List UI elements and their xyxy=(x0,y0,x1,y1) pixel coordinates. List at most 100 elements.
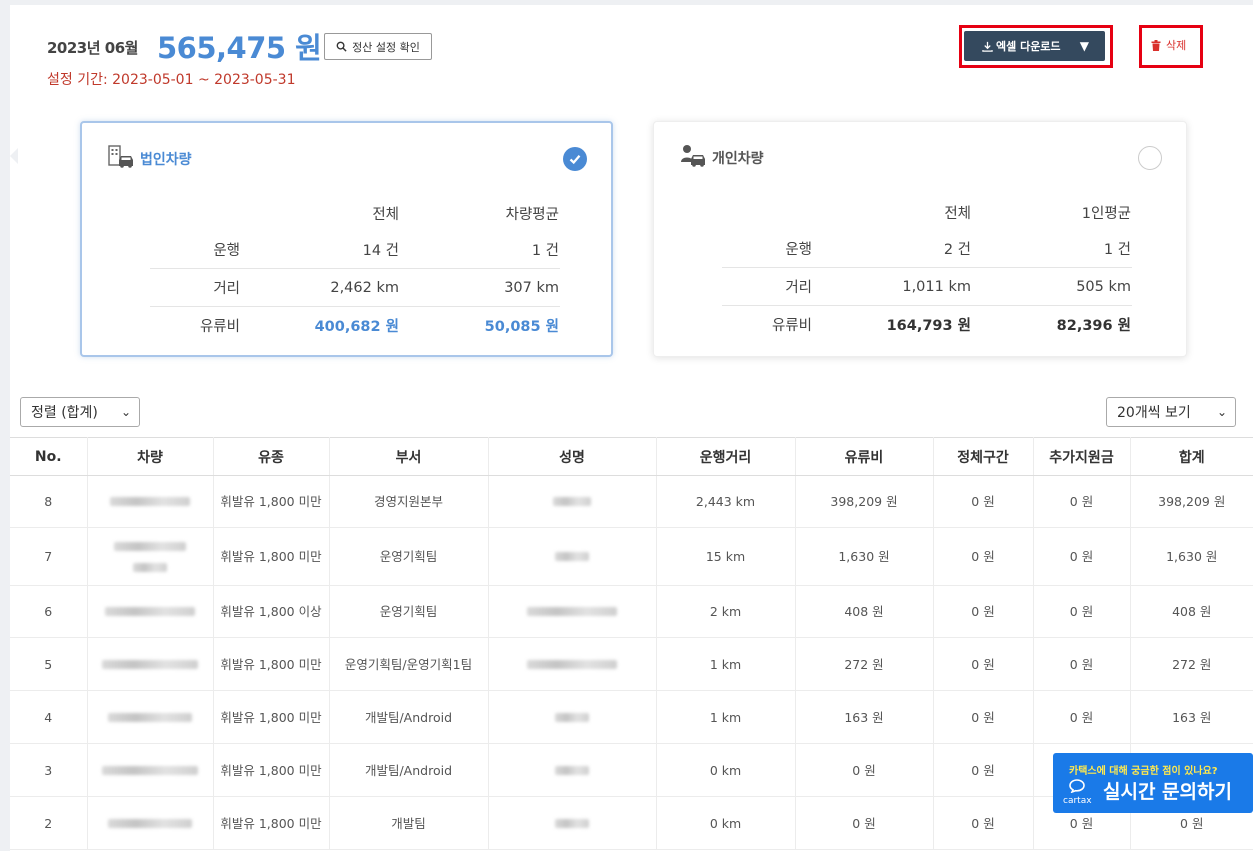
cell-extra: 0 원 xyxy=(1033,637,1131,691)
caret-down-icon: ▼ xyxy=(1079,39,1089,53)
stat-value: 1,011 km xyxy=(812,267,972,306)
cell-no: 8 xyxy=(10,475,88,528)
personal-card-label: 개인차량 xyxy=(712,151,764,167)
corporate-stats-table: 전체 차량평균 운행 14 건 1 건 거리 2,462 km 307 km 유… xyxy=(150,195,560,344)
sort-select-value: 정렬 (합계) xyxy=(31,405,98,421)
stat-value: 50,085 원 xyxy=(400,306,560,344)
personal-stats-table: 전체 1인평균 운행 2 건 1 건 거리 1,011 km 505 km 유류… xyxy=(722,194,1132,343)
cell-fuel-cost: 398,209 원 xyxy=(795,475,934,528)
cell-dept: 개발팀/Android xyxy=(329,743,489,797)
chat-main-label: 실시간 문의하기 xyxy=(1103,781,1232,803)
header-fuel-type[interactable]: 유종 xyxy=(213,437,330,476)
cell-fuel-cost: 272 원 xyxy=(795,637,934,691)
row-label: 거리 xyxy=(722,267,812,306)
cell-extra: 0 원 xyxy=(1033,527,1131,586)
cell-jam: 0 원 xyxy=(933,690,1034,744)
side-handle[interactable] xyxy=(10,148,18,164)
chevron-down-icon: ⌄ xyxy=(120,405,131,419)
cell-fuel: 휘발유 1,800 미만 xyxy=(213,527,330,586)
cell-dept: 운영기획팀/운영기획1팀 xyxy=(329,637,489,691)
stat-value: 400,682 원 xyxy=(240,306,400,344)
stat-value: 1 건 xyxy=(531,243,559,259)
row-label: 유류비 xyxy=(722,305,812,343)
cell-no: 5 xyxy=(10,637,88,691)
delete-button[interactable]: 삭제 xyxy=(1151,37,1186,53)
table-row[interactable]: 8 휘발유 1,800 미만 경영지원본부 2,443 km 398,209 원… xyxy=(10,475,1253,528)
total-amount: 565,475 원 xyxy=(157,31,322,65)
header-name[interactable]: 성명 xyxy=(488,437,657,476)
cell-distance: 2,443 km xyxy=(656,475,796,528)
header-total[interactable]: 합계 xyxy=(1130,437,1253,476)
excel-download-button[interactable]: 엑셀 다운로드 ▼ xyxy=(964,31,1105,61)
sort-select[interactable]: 정렬 (합계) ⌄ xyxy=(20,397,140,427)
cell-no: 4 xyxy=(10,690,88,744)
search-icon xyxy=(336,41,347,52)
check-settings-button[interactable]: 정산 설정 확인 xyxy=(324,33,432,60)
table-row[interactable]: 6 휘발유 1,800 이상 운영기획팀 2 km 408 원 0 원 0 원 … xyxy=(10,585,1253,638)
table-row[interactable]: 7 휘발유 1,800 미만 운영기획팀 15 km 1,630 원 0 원 0… xyxy=(10,527,1253,586)
cell-fuel: 휘발유 1,800 미만 xyxy=(213,743,330,797)
cell-fuel-cost: 163 원 xyxy=(795,690,934,744)
cell-extra: 0 원 xyxy=(1033,585,1131,638)
cell-total: 408 원 xyxy=(1130,585,1253,638)
cell-jam: 0 원 xyxy=(933,796,1034,850)
cell-vehicle-redacted xyxy=(87,743,214,797)
header-no[interactable]: No. xyxy=(10,437,88,476)
chevron-down-icon: ⌄ xyxy=(1216,405,1227,419)
stat-value: 1 건 xyxy=(1103,242,1131,258)
cell-jam: 0 원 xyxy=(933,585,1034,638)
cell-name-redacted xyxy=(488,475,657,528)
header-vehicle[interactable]: 차량 xyxy=(87,437,214,476)
table-row[interactable]: 5 휘발유 1,800 미만 운영기획팀/운영기획1팀 1 km 272 원 0… xyxy=(10,637,1253,691)
stat-value: 14 건 xyxy=(362,243,399,259)
cell-distance: 1 km xyxy=(656,637,796,691)
header-traffic-jam[interactable]: 정체구간 xyxy=(933,437,1034,476)
personal-select-radio[interactable] xyxy=(1138,146,1162,170)
cell-no: 7 xyxy=(10,527,88,586)
cell-dept: 개발팀 xyxy=(329,796,489,850)
cell-distance: 1 km xyxy=(656,690,796,744)
cell-jam: 0 원 xyxy=(933,527,1034,586)
header-fuel-cost[interactable]: 유류비 xyxy=(795,437,934,476)
corporate-selected-check[interactable] xyxy=(563,147,587,171)
cell-fuel-cost: 0 원 xyxy=(795,796,934,850)
personal-vehicle-card[interactable]: 개인차량 전체 1인평균 운행 2 건 1 건 거리 1,011 km 505 … xyxy=(653,121,1187,357)
row-label: 거리 xyxy=(150,268,240,307)
cell-jam: 0 원 xyxy=(933,637,1034,691)
row-label: 운행 xyxy=(213,243,240,259)
cell-distance: 0 km xyxy=(656,743,796,797)
header-distance[interactable]: 운행거리 xyxy=(656,437,796,476)
chat-question: 카택스에 대해 궁금한 점이 있나요? xyxy=(1069,766,1218,777)
stat-value: 2,462 km xyxy=(240,268,400,307)
settlement-period: 설정 기간: 2023-05-01 ~ 2023-05-31 xyxy=(47,72,296,88)
personal-card-title: 개인차량 xyxy=(680,144,764,168)
col-total: 전체 xyxy=(372,206,399,223)
cell-name-redacted xyxy=(488,690,657,744)
header-department[interactable]: 부서 xyxy=(329,437,489,476)
table-row[interactable]: 4 휘발유 1,800 미만 개발팀/Android 1 km 163 원 0 … xyxy=(10,690,1253,744)
cell-dept: 운영기획팀 xyxy=(329,527,489,586)
col-average: 차량평균 xyxy=(505,206,559,223)
cell-dept: 경영지원본부 xyxy=(329,475,489,528)
header-extra-support[interactable]: 추가지원금 xyxy=(1033,437,1131,476)
month-label: 2023년 06월 xyxy=(47,39,138,57)
page-size-select[interactable]: 20개씩 보기 ⌄ xyxy=(1106,397,1236,427)
stat-value: 505 km xyxy=(972,267,1132,306)
cell-total: 1,630 원 xyxy=(1130,527,1253,586)
live-chat-button[interactable]: 카택스에 대해 궁금한 점이 있나요? cartax 실시간 문의하기 xyxy=(1053,753,1253,813)
corporate-vehicle-card[interactable]: 법인차량 전체 차량평균 운행 14 건 1 건 거리 2,462 km 307… xyxy=(80,121,613,357)
cell-jam: 0 원 xyxy=(933,475,1034,528)
main-page: 2023년 06월 565,475 원 설정 기간: 2023-05-01 ~ … xyxy=(10,5,1253,851)
cell-total: 163 원 xyxy=(1130,690,1253,744)
delete-label: 삭제 xyxy=(1166,39,1187,52)
excel-download-label: 엑셀 다운로드 xyxy=(996,40,1061,53)
check-icon xyxy=(569,155,581,165)
cell-fuel: 휘발유 1,800 미만 xyxy=(213,796,330,850)
corporate-card-label: 법인차량 xyxy=(140,152,192,168)
cell-jam: 0 원 xyxy=(933,743,1034,797)
cell-distance: 15 km xyxy=(656,527,796,586)
cartax-logo: cartax xyxy=(1063,779,1092,806)
cell-total: 272 원 xyxy=(1130,637,1253,691)
cell-name-redacted xyxy=(488,743,657,797)
cell-name-redacted xyxy=(488,585,657,638)
